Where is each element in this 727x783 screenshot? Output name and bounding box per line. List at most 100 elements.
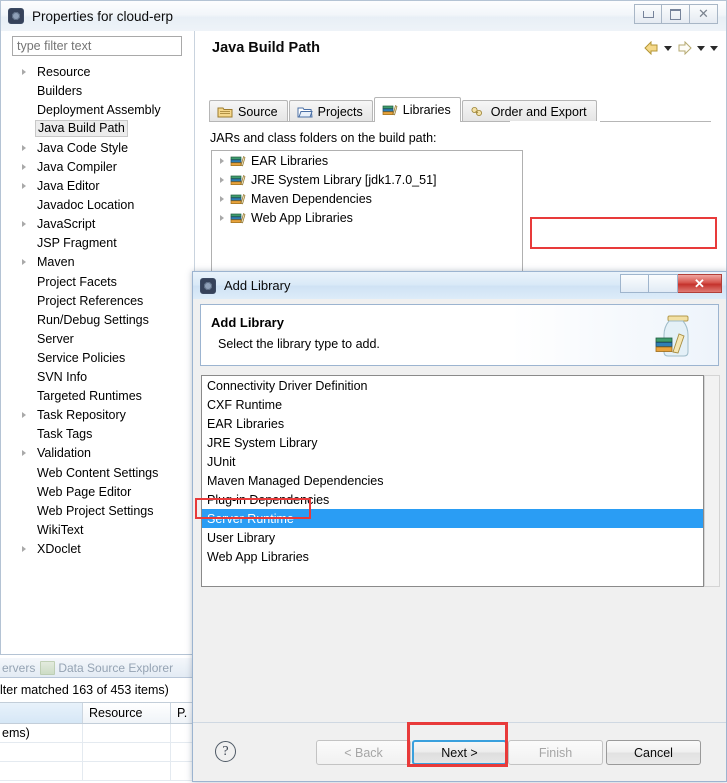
library-type-list[interactable]: Connectivity Driver Definition CXF Runti…	[201, 375, 704, 587]
table-header-row[interactable]: Resource P.	[0, 703, 200, 724]
view-tab-servers[interactable]: ervers	[2, 661, 35, 675]
sidebar-item-project-facets[interactable]: Project Facets	[1, 272, 194, 291]
dialog-close-button[interactable]: ✕	[678, 274, 722, 293]
sidebar-item-project-references[interactable]: Project References	[1, 291, 194, 310]
sidebar-item-web-content-settings[interactable]: Web Content Settings	[1, 463, 194, 482]
list-item[interactable]: JUnit	[202, 452, 703, 471]
sidebar-item-builders[interactable]: Builders	[1, 81, 194, 100]
library-row-jre-system-library[interactable]: JRE System Library [jdk1.7.0_51]	[212, 170, 522, 189]
sidebar-item-resource[interactable]: Resource	[1, 62, 194, 81]
sidebar-item-xdoclet[interactable]: XDoclet	[1, 539, 194, 558]
menu-chevron-down-icon[interactable]	[710, 45, 718, 51]
window-controls[interactable]: ✕	[634, 4, 718, 24]
column-header-description[interactable]	[0, 703, 83, 723]
properties-titlebar[interactable]: Properties for cloud-erp ✕	[1, 1, 726, 31]
list-item[interactable]: CXF Runtime	[202, 395, 703, 414]
cell-resource	[83, 724, 171, 742]
sidebar-item-javadoc-location[interactable]: Javadoc Location	[1, 196, 194, 215]
list-item[interactable]: JRE System Library	[202, 433, 703, 452]
tab-order-and-export[interactable]: Order and Export	[461, 100, 597, 122]
chevron-right-icon[interactable]	[22, 183, 26, 190]
sidebar-item-svn-info[interactable]: SVN Info	[1, 368, 194, 387]
navigation-toolbar[interactable]	[644, 41, 718, 55]
sidebar-item-validation[interactable]: Validation	[1, 444, 194, 463]
sidebar-item-java-editor[interactable]: Java Editor	[1, 177, 194, 196]
chevron-right-icon[interactable]	[220, 176, 224, 183]
sidebar-item-java-build-path[interactable]: Java Build Path	[1, 119, 194, 138]
column-header-resource[interactable]: Resource	[83, 703, 171, 723]
library-row-ear-libraries[interactable]: EAR Libraries	[212, 151, 522, 170]
finish-button[interactable]: Finish	[508, 740, 603, 765]
chevron-right-icon[interactable]	[22, 68, 26, 75]
dialog-window-controls[interactable]: ✕	[620, 274, 722, 293]
sidebar-item-wikitext[interactable]: WikiText	[1, 520, 194, 539]
sidebar-item-jsp-fragment[interactable]: JSP Fragment	[1, 234, 194, 253]
next-button[interactable]: Next >	[412, 740, 507, 765]
close-button[interactable]: ✕	[690, 4, 718, 24]
table-row[interactable]	[0, 743, 200, 762]
dialog-maximize-button[interactable]	[649, 274, 678, 293]
chevron-right-icon[interactable]	[22, 259, 26, 266]
tab-libraries[interactable]: Libraries	[373, 97, 461, 122]
list-item[interactable]: Plug-in Dependencies	[202, 490, 703, 509]
sidebar-item-maven[interactable]: Maven	[1, 253, 194, 272]
view-tab-data-source-explorer[interactable]: Data Source Explorer	[40, 660, 173, 675]
chevron-right-icon[interactable]	[22, 450, 26, 457]
list-item[interactable]: Web App Libraries	[202, 547, 703, 566]
chevron-right-icon[interactable]	[220, 214, 224, 221]
list-item[interactable]: EAR Libraries	[202, 414, 703, 433]
chevron-right-icon[interactable]	[220, 195, 224, 202]
tab-label: Order and Export	[490, 104, 587, 119]
dialog-titlebar[interactable]: Add Library ✕	[193, 272, 726, 299]
library-row-maven-dependencies[interactable]: Maven Dependencies	[212, 189, 522, 208]
sidebar-item-service-policies[interactable]: Service Policies	[1, 348, 194, 367]
forward-dropdown-chevron-down-icon[interactable]	[697, 45, 705, 51]
back-dropdown-chevron-down-icon[interactable]	[664, 45, 672, 51]
sidebar-item-label: Targeted Runtimes	[37, 389, 142, 404]
back-button[interactable]: < Back	[316, 740, 411, 765]
tab-source[interactable]: Source	[209, 100, 288, 122]
chevron-right-icon[interactable]	[220, 157, 224, 164]
sidebar-item-javascript[interactable]: JavaScript	[1, 215, 194, 234]
library-books-icon	[230, 192, 246, 206]
library-row-web-app-libraries[interactable]: Web App Libraries	[212, 208, 522, 227]
sidebar-item-label: Deployment Assembly	[37, 102, 161, 117]
forward-arrow-icon[interactable]	[677, 41, 692, 55]
sidebar-item-deployment-assembly[interactable]: Deployment Assembly	[1, 100, 194, 119]
sidebar-item-server[interactable]: Server	[1, 329, 194, 348]
library-tree[interactable]: EAR Libraries JRE System Library [jdk1.7…	[211, 150, 523, 281]
list-item[interactable]: Connectivity Driver Definition	[202, 376, 703, 395]
maximize-button[interactable]	[662, 4, 690, 24]
sidebar-item-task-tags[interactable]: Task Tags	[1, 425, 194, 444]
chevron-right-icon[interactable]	[22, 545, 26, 552]
sidebar-item-task-repository[interactable]: Task Repository	[1, 406, 194, 425]
build-path-tabs[interactable]: Source Projects Libraries Order and Expo…	[209, 97, 597, 122]
sidebar-item-java-code-style[interactable]: Java Code Style	[1, 138, 194, 157]
chevron-right-icon[interactable]	[22, 164, 26, 171]
cancel-button[interactable]: Cancel	[606, 740, 701, 765]
sidebar-item-java-compiler[interactable]: Java Compiler	[1, 157, 194, 176]
list-item[interactable]: Maven Managed Dependencies	[202, 471, 703, 490]
preferences-tree[interactable]: Resource Builders Deployment Assembly Ja…	[1, 62, 194, 654]
background-view-tabstrip[interactable]: ervers Data Source Explorer	[0, 658, 200, 678]
chevron-right-icon[interactable]	[22, 412, 26, 419]
help-question-icon[interactable]: ?	[215, 741, 236, 762]
dialog-minimize-button[interactable]	[620, 274, 649, 293]
background-problems-table[interactable]: Resource P. ems)	[0, 702, 200, 783]
list-scrollbar[interactable]	[704, 375, 720, 587]
list-item-server-runtime[interactable]: Server Runtime	[202, 509, 703, 528]
back-arrow-icon[interactable]	[644, 41, 659, 55]
table-row[interactable]	[0, 762, 200, 781]
sidebar-item-web-page-editor[interactable]: Web Page Editor	[1, 482, 194, 501]
minimize-button[interactable]	[634, 4, 662, 24]
list-item[interactable]: User Library	[202, 528, 703, 547]
table-row[interactable]: ems)	[0, 724, 200, 743]
filter-input[interactable]	[12, 36, 182, 56]
sidebar-item-run-debug-settings[interactable]: Run/Debug Settings	[1, 310, 194, 329]
page-title: Java Build Path	[212, 40, 320, 56]
chevron-right-icon[interactable]	[22, 144, 26, 151]
sidebar-item-web-project-settings[interactable]: Web Project Settings	[1, 501, 194, 520]
tab-projects[interactable]: Projects	[288, 100, 373, 122]
chevron-right-icon[interactable]	[22, 221, 26, 228]
sidebar-item-targeted-runtimes[interactable]: Targeted Runtimes	[1, 387, 194, 406]
